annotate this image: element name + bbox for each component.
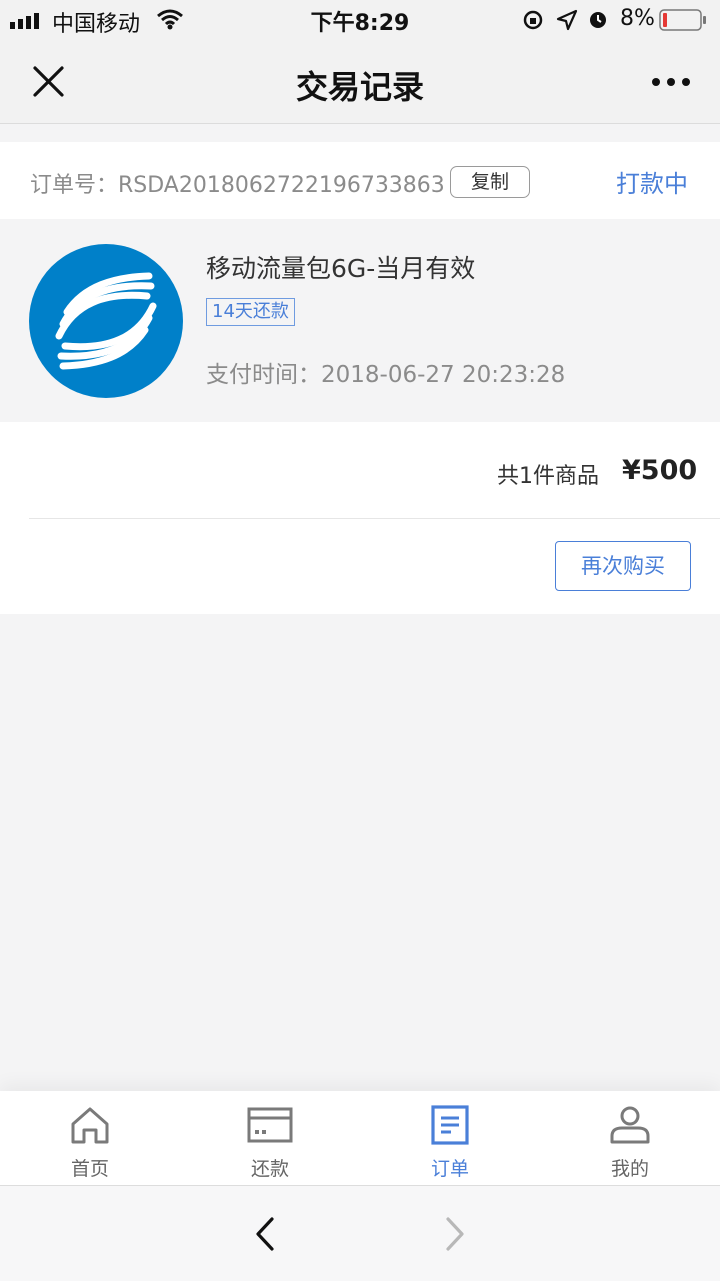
product-item[interactable]: 移动流量包6G-当月有效 14天还款 支付时间：2018-06-27 20:23…: [0, 219, 720, 422]
china-mobile-logo: [29, 244, 183, 398]
order-number: 订单号：RSDA2018062722196733863: [30, 173, 445, 198]
document-icon: [431, 1105, 469, 1145]
browser-toolbar: [0, 1185, 720, 1281]
item-count: 共1件商品: [497, 464, 599, 489]
order-header: 订单号：RSDA2018062722196733863 复制 打款中: [0, 142, 720, 219]
product-name: 移动流量包6G-当月有效: [206, 254, 476, 283]
divider: [29, 518, 720, 519]
order-status: 打款中: [616, 170, 688, 198]
status-time: 下午8:29: [310, 11, 410, 36]
battery-icon: [659, 9, 706, 31]
tab-home[interactable]: 首页: [0, 1091, 180, 1185]
tab-orders[interactable]: 订单: [360, 1091, 540, 1185]
repayment-tag: 14天还款: [206, 298, 295, 326]
location-icon: [556, 9, 578, 31]
forward-arrow-icon[interactable]: [444, 1216, 466, 1252]
more-icon[interactable]: [651, 77, 691, 87]
tab-label: 还款: [250, 1158, 289, 1180]
home-icon: [71, 1107, 109, 1144]
china-mobile-logo-icon: [55, 272, 157, 370]
order-summary: 共1件商品 ¥500 再次购买: [0, 422, 720, 614]
alarm-icon: [590, 12, 606, 28]
back-arrow-icon[interactable]: [254, 1216, 276, 1252]
nav-bar: 交易记录: [0, 40, 720, 124]
tab-repay[interactable]: 还款: [180, 1091, 360, 1185]
card-icon: [247, 1107, 293, 1143]
status-bar: 中国移动 下午8:29 8%: [0, 0, 720, 40]
tab-label: 首页: [70, 1158, 109, 1180]
battery-percent: 8%: [620, 6, 655, 31]
buy-again-button[interactable]: 再次购买: [555, 541, 691, 591]
copy-button[interactable]: 复制: [450, 166, 530, 198]
page-title: 交易记录: [295, 68, 424, 106]
tab-label: 订单: [430, 1158, 469, 1180]
tab-profile[interactable]: 我的: [540, 1091, 720, 1185]
user-icon: [610, 1106, 650, 1144]
tab-label: 我的: [610, 1158, 649, 1180]
rotation-lock-icon: [523, 10, 543, 30]
tab-bar: 首页 还款 订单 我的: [0, 1091, 720, 1185]
order-total: ¥500: [622, 455, 698, 486]
payment-time: 支付时间：2018-06-27 20:23:28: [206, 362, 566, 388]
